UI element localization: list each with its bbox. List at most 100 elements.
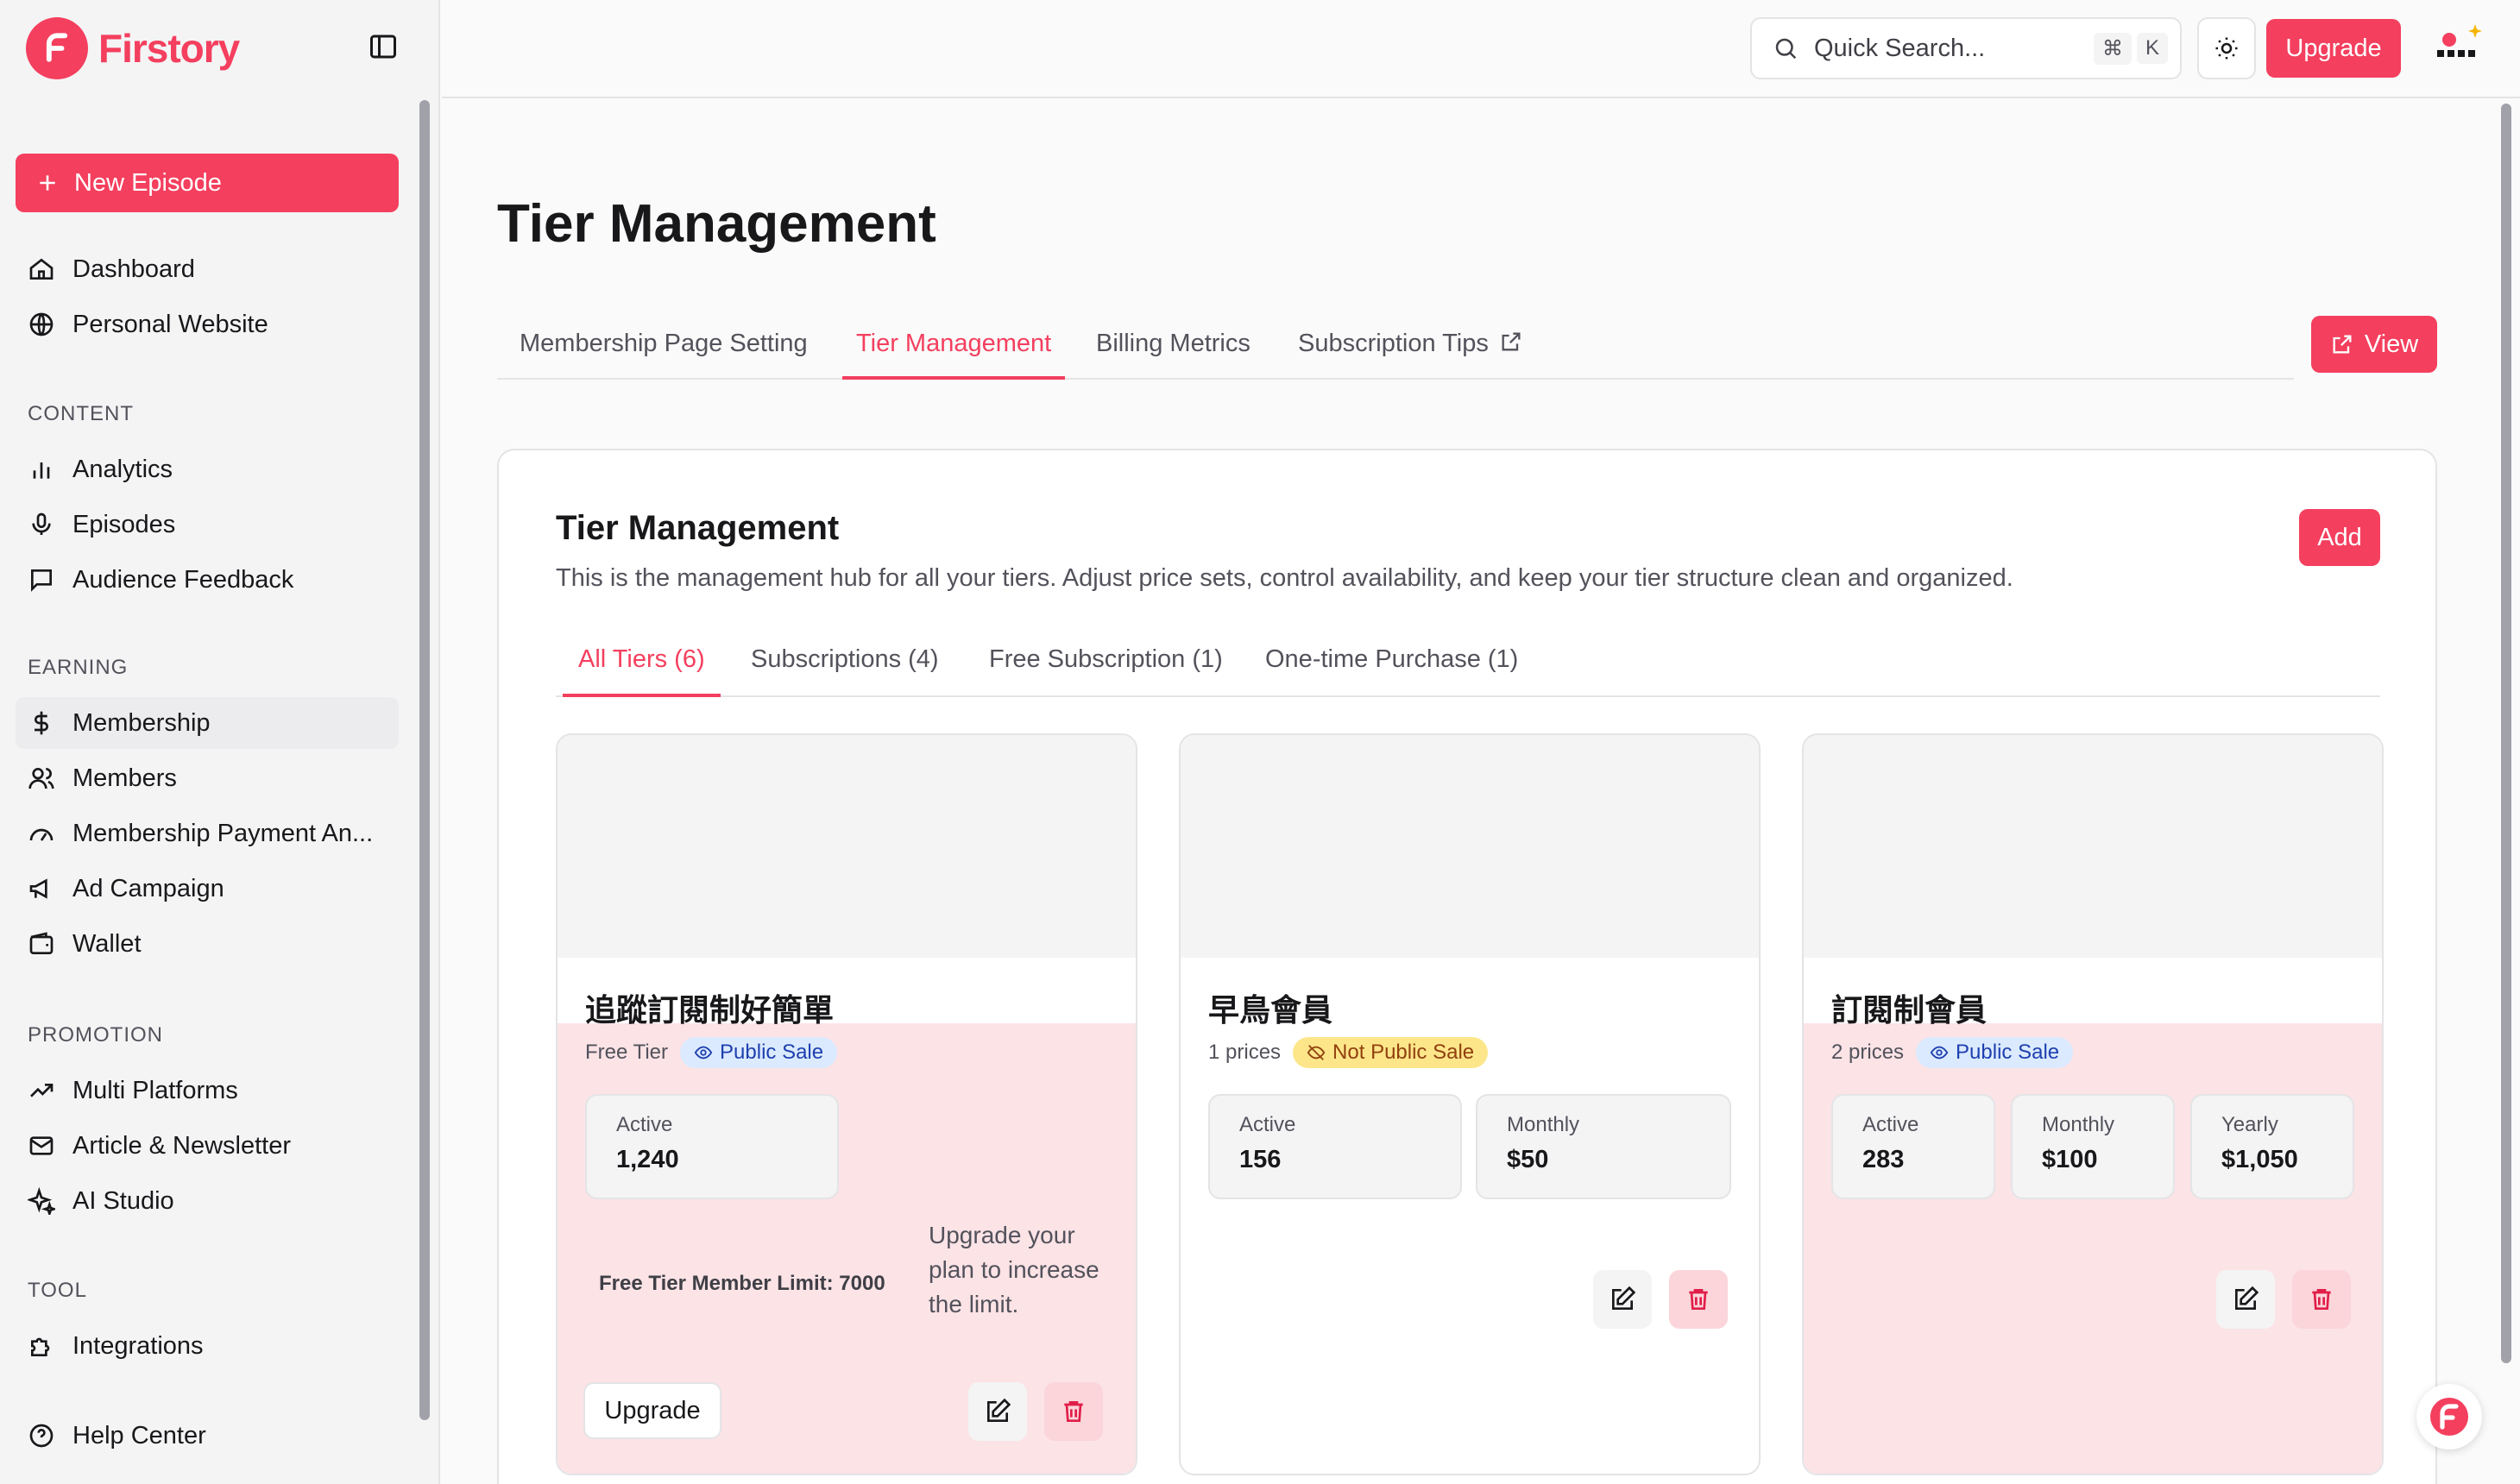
stat-value: 283 [1862,1146,1905,1173]
tab-subscription-tips[interactable]: Subscription Tips [1298,330,1523,380]
sidebar-item-label: AI Studio [72,1186,174,1215]
section-tool-heading: TOOL [28,1279,87,1302]
edit-icon [1612,1286,1636,1310]
delete-tier-button[interactable] [2292,1270,2351,1329]
sidebar-item-label: Integrations [72,1331,204,1360]
stat-active: Active 283 [1831,1094,1995,1199]
brand-name: Firstory [98,26,240,71]
stat-label: Active [616,1113,673,1136]
message-icon [31,569,52,592]
subtab-free-subscription[interactable]: Free Subscription (1) [989,645,1223,697]
plus-icon [40,175,55,191]
stat-value: 156 [1239,1146,1282,1173]
sidebar-item-analytics[interactable]: Analytics [16,443,399,495]
panel-title: Tier Management [556,509,840,547]
sidebar-scrollbar[interactable] [419,100,430,1420]
eye-off-icon [1307,1045,1326,1060]
sidebar-item-label: Membership Payment An... [72,819,374,847]
tab-subscription-tips-label: Subscription Tips [1298,330,1489,357]
view-button[interactable]: View [2311,316,2437,373]
sidebar-item-article-newsletter[interactable]: Article & Newsletter [16,1120,399,1172]
subtab-all-tiers[interactable]: All Tiers (6) [563,645,721,697]
stat-value: $1,050 [2221,1146,2298,1173]
sidebar-item-personal-website[interactable]: Personal Website [16,299,399,350]
stat-monthly: Monthly $100 [2011,1094,2175,1199]
avatar[interactable] [2432,21,2487,76]
tier-card[interactable]: 早鳥會員 1 prices Not Public Sale Active 156… [1179,733,1761,1475]
tier-meta-text: 1 prices [1208,1041,1282,1064]
status-badge: Public Sale [680,1037,838,1068]
brand-logo[interactable]: Firstory [26,17,240,79]
edit-tier-button[interactable] [1593,1270,1652,1329]
tier-cover-image [1804,735,2382,958]
edit-tier-button[interactable] [968,1382,1027,1441]
add-tier-button[interactable]: Add [2299,509,2380,566]
firstory-logo-icon [26,17,88,79]
upgrade-button[interactable]: Upgrade [2266,19,2401,78]
dollar-icon [35,711,48,735]
shortcut-k-key: K [2137,33,2169,64]
edit-icon [987,1398,1011,1422]
wallet-icon [29,932,54,954]
new-episode-button[interactable]: New Episode [16,154,399,212]
subtab-subscriptions[interactable]: Subscriptions (4) [751,645,939,697]
trash-icon [1689,1289,1708,1310]
sidebar-item-label: Episodes [72,510,176,538]
sidebar-item-integrations[interactable]: Integrations [16,1320,399,1372]
sidebar-item-dashboard[interactable]: Dashboard [16,243,399,295]
tier-card[interactable]: 追蹤訂閱制好簡單 Free Tier Public Sale Active 1,… [556,733,1137,1475]
sun-icon [2215,37,2238,60]
status-badge-label: Public Sale [1956,1041,2060,1064]
stat-active: Active 156 [1208,1094,1462,1199]
users-icon [28,768,54,789]
sparkle-icon [28,1187,55,1215]
stat-label: Active [1862,1113,1919,1136]
mail-icon [29,1136,54,1155]
sidebar-item-audience-feedback[interactable]: Audience Feedback [16,554,399,606]
edit-icon [2235,1286,2259,1310]
quick-search-input[interactable]: Quick Search... ⌘ K [1750,17,2182,79]
stat-label: Monthly [2042,1113,2115,1136]
globe-icon [29,312,54,336]
stat-value: $50 [1507,1146,1549,1173]
sidebar-item-ai-studio[interactable]: AI Studio [16,1175,399,1227]
status-badge-label: Not Public Sale [1332,1041,1475,1064]
sidebar-item-ad-campaign[interactable]: Ad Campaign [16,863,399,915]
search-placeholder: Quick Search... [1814,34,1986,62]
tab-tier-management[interactable]: Tier Management [842,330,1066,380]
eye-icon [694,1046,713,1060]
trash-icon [2312,1289,2331,1310]
tab-membership-page-setting[interactable]: Membership Page Setting [520,330,808,380]
sidebar-toggle-icon[interactable] [368,31,399,62]
delete-tier-button[interactable] [1669,1270,1728,1329]
sidebar-item-membership[interactable]: Membership [16,697,399,749]
stat-label: Active [1239,1113,1296,1136]
sidebar-item-members[interactable]: Members [16,752,399,804]
sidebar-item-wallet[interactable]: Wallet [16,918,399,970]
megaphone-icon [29,878,47,899]
section-promotion-heading: PROMOTION [28,1023,163,1047]
subtab-one-time-purchase[interactable]: One-time Purchase (1) [1265,645,1518,697]
page-tabs: Membership Page Setting Tier Management … [497,318,2294,380]
tab-billing-metrics[interactable]: Billing Metrics [1096,330,1251,380]
sidebar-item-membership-payment[interactable]: Membership Payment An... [16,808,399,859]
edit-tier-button[interactable] [2216,1270,2275,1329]
sidebar-item-help-center[interactable]: Help Center [16,1410,399,1462]
external-link-icon [2333,335,2352,354]
sidebar-item-label: Personal Website [72,310,268,338]
sidebar-item-label: Membership [72,708,211,737]
eye-icon [1930,1046,1949,1060]
firstory-chat-button[interactable] [2416,1384,2482,1449]
help-icon [29,1424,54,1448]
tier-card[interactable]: 訂閱制會員 2 prices Public Sale Active 283 Mo… [1802,733,2384,1475]
sidebar-item-multi-platforms[interactable]: Multi Platforms [16,1065,399,1116]
main-scrollbar[interactable] [2501,104,2511,1363]
delete-tier-button[interactable] [1044,1382,1103,1441]
bar-chart-icon [33,462,50,479]
stat-label: Monthly [1507,1113,1580,1136]
page-title: Tier Management [497,194,936,254]
tier-name: 追蹤訂閱制好簡單 [585,992,835,1028]
sidebar-item-episodes[interactable]: Episodes [16,499,399,550]
theme-toggle-button[interactable] [2197,17,2256,79]
tier-upgrade-button[interactable]: Upgrade [583,1382,721,1439]
